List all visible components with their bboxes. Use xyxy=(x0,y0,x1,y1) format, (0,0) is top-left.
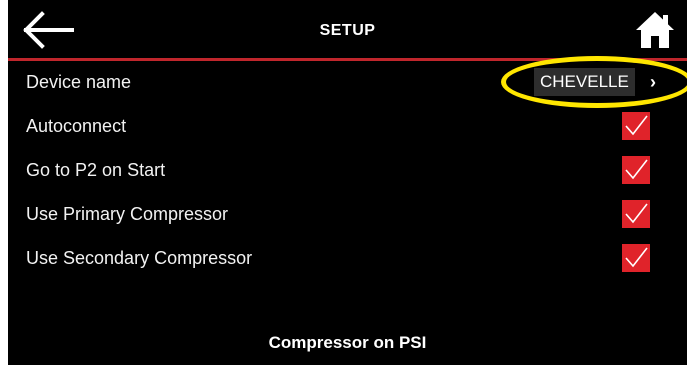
section-heading: Compressor on PSI xyxy=(268,333,427,352)
go-to-p2-checkbox[interactable] xyxy=(622,156,650,184)
checkmark-icon xyxy=(625,203,648,224)
home-button[interactable] xyxy=(633,8,677,52)
setting-label: Use Primary Compressor xyxy=(26,204,229,224)
autoconnect-checkbox[interactable] xyxy=(622,112,650,140)
header-bar: SETUP xyxy=(8,0,687,58)
setting-label: Go to P2 on Start xyxy=(26,160,166,180)
setting-row-go-to-p2: Go to P2 on Start xyxy=(8,148,687,192)
checkmark-icon xyxy=(625,159,648,180)
setting-label: Use Secondary Compressor xyxy=(26,248,253,268)
setting-label: Autoconnect xyxy=(26,116,127,136)
setting-row-autoconnect: Autoconnect xyxy=(8,104,687,148)
home-icon xyxy=(636,12,674,48)
setting-row-secondary-compressor: Use Secondary Compressor xyxy=(8,236,687,280)
highlight-ellipse xyxy=(501,56,687,108)
device-name-label: Device name xyxy=(26,72,132,92)
secondary-compressor-checkbox[interactable] xyxy=(622,244,650,272)
checkmark-icon xyxy=(625,115,648,136)
checkmark-icon xyxy=(625,247,648,268)
page-title: SETUP xyxy=(319,22,376,39)
setting-row-primary-compressor: Use Primary Compressor xyxy=(8,192,687,236)
primary-compressor-checkbox[interactable] xyxy=(622,200,650,228)
app-screen: SETUP Device name CHEVELLE › Autoconnect… xyxy=(8,0,687,365)
